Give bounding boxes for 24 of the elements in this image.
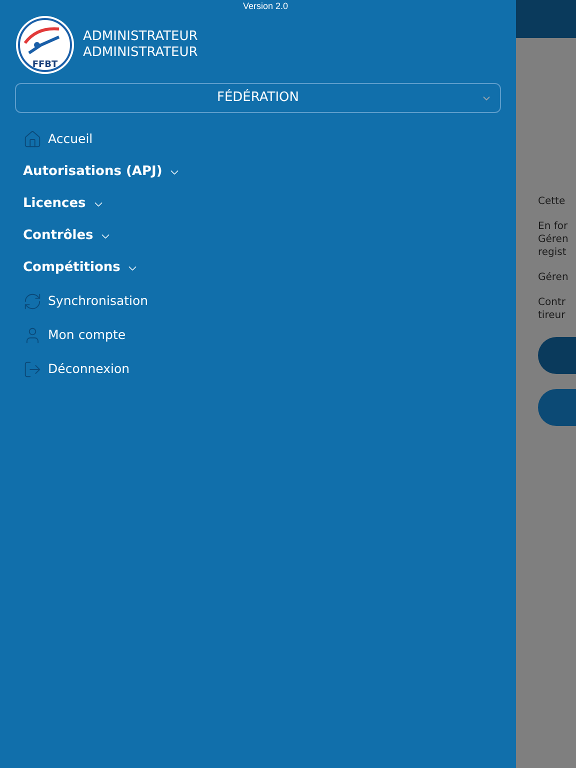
refresh-icon [23, 292, 42, 310]
paragraph-line: Géren [538, 233, 570, 246]
user-first-name: ADMINISTRATEUR [83, 29, 198, 45]
menu-item[interactable]: Mon compte [23, 318, 501, 352]
user-last-name: ADMINISTRATEUR [83, 45, 198, 61]
paragraph-line: regist [538, 246, 568, 259]
profile-select[interactable]: FÉDÉRATION [15, 83, 501, 113]
menu-group[interactable]: Contrôles [23, 220, 501, 252]
menu-group[interactable]: Compétitions [23, 252, 501, 284]
version-label: Version 2.0 [242, 1, 288, 12]
paragraph-line: tireur [538, 309, 566, 322]
menu-item[interactable]: Déconnexion [23, 352, 501, 386]
header-bar [516, 0, 576, 38]
logout-icon [23, 360, 42, 378]
federation-logo: FFBT [15, 15, 75, 75]
menu-group[interactable]: Licences [23, 188, 501, 220]
menu-item[interactable]: Synchronisation [23, 284, 501, 318]
paragraph-line: En for [538, 220, 569, 233]
menu-group[interactable]: Autorisations (APJ) [23, 156, 501, 188]
paragraph-line: Cette [538, 195, 566, 208]
home-icon [23, 130, 42, 148]
menu-item[interactable]: Accueil [23, 122, 501, 156]
paragraph-line: Contr [538, 296, 566, 309]
paragraph-line: Géren [538, 271, 570, 284]
